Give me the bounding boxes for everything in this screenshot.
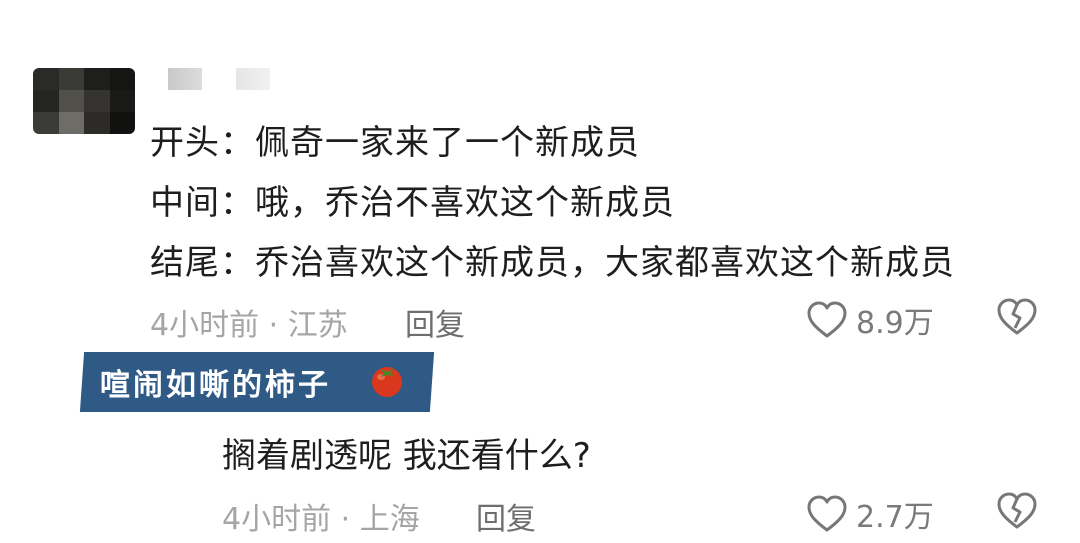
comment-timestamp-location: 4小时前 · 江苏: [150, 308, 348, 343]
like-count: 2.7万: [856, 500, 934, 535]
reply-text: 搁着剧透呢 我还看什么?: [222, 436, 591, 476]
comment-text-line: 开头：佩奇一家来了一个新成员: [150, 123, 640, 163]
username-blurred[interactable]: [168, 68, 270, 90]
comment-text-line: 中间：哦，乔治不喜欢这个新成员: [150, 183, 675, 223]
broken-heart-icon: [996, 492, 1038, 530]
like-button[interactable]: 8.9万: [806, 298, 934, 342]
reply-button[interactable]: 回复: [405, 300, 465, 344]
tomato-icon: [367, 360, 407, 404]
reply-timestamp-location: 4小时前 · 上海: [222, 502, 420, 537]
like-count: 8.9万: [856, 306, 934, 341]
comment-thread: 开头：佩奇一家来了一个新成员 中间：哦，乔治不喜欢这个新成员 结尾：乔治喜欢这个…: [0, 0, 1080, 543]
comment-text-line: 结尾：乔治喜欢这个新成员，大家都喜欢这个新成员: [150, 243, 955, 283]
heart-outline-icon: [806, 495, 848, 533]
reply-button[interactable]: 回复: [476, 494, 536, 538]
like-button[interactable]: 2.7万: [806, 492, 934, 536]
broken-heart-icon: [996, 298, 1038, 336]
heart-outline-icon: [806, 301, 848, 339]
dislike-button[interactable]: [996, 298, 1038, 336]
reply-nickname[interactable]: 喧闹如嘶的柿子: [100, 360, 331, 404]
avatar[interactable]: [33, 68, 135, 134]
dislike-button[interactable]: [996, 492, 1038, 530]
